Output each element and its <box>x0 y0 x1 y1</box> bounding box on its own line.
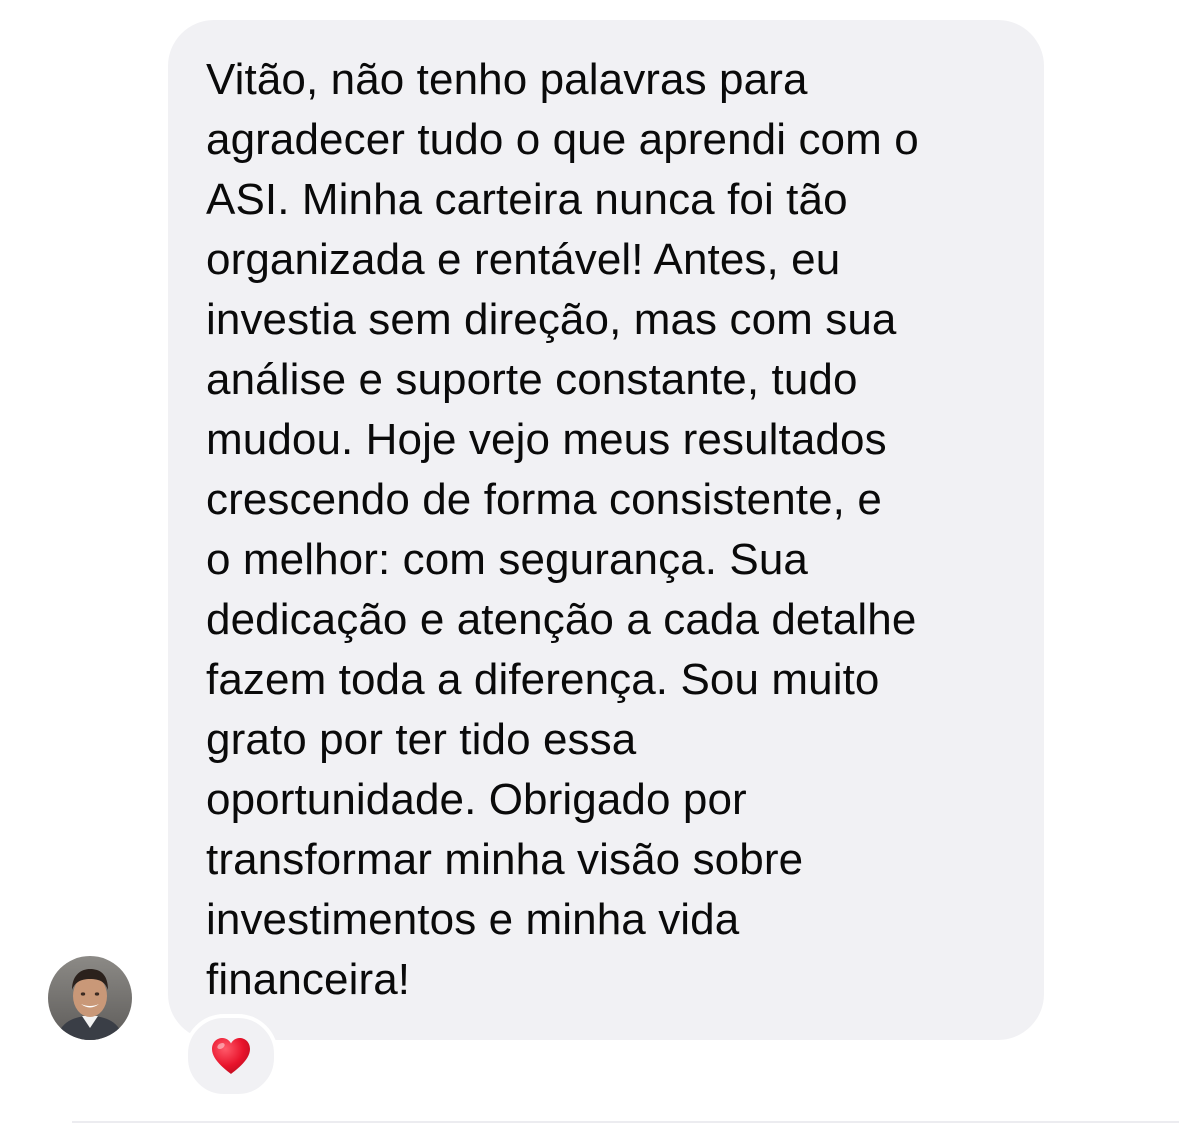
message-line: Vitão, não tenho palavras para <box>206 55 808 104</box>
person-avatar-icon <box>48 956 132 1040</box>
message-text: Vitão, não tenho palavras para agradecer… <box>206 50 1026 1010</box>
message-line: crescendo de forma consistente, e <box>206 475 882 524</box>
message-line: grato por ter tido essa <box>206 715 637 764</box>
message-line: investia sem direção, mas com sua <box>206 295 897 344</box>
bottom-divider <box>72 1121 1179 1123</box>
message-line: financeira! <box>206 955 411 1004</box>
message-line: o melhor: com segurança. Sua <box>206 535 808 584</box>
sender-avatar[interactable] <box>48 956 132 1040</box>
message-line: análise e suporte constante, tudo <box>206 355 858 404</box>
message-line: investimentos e minha vida <box>206 895 740 944</box>
message-line: ASI. Minha carteira nunca foi tão <box>206 175 848 224</box>
message-line: fazem toda a diferença. Sou muito <box>206 655 880 704</box>
red-heart-icon <box>209 1036 253 1076</box>
message-line: dedicação e atenção a cada detalhe <box>206 595 917 644</box>
message-line: agradecer tudo o que aprendi com o <box>206 115 919 164</box>
message-line: mudou. Hoje vejo meus resultados <box>206 415 887 464</box>
message-line: organizada e rentável! Antes, eu <box>206 235 841 284</box>
message-bubble[interactable]: Vitão, não tenho palavras para agradecer… <box>168 20 1044 1040</box>
message-line: oportunidade. Obrigado por <box>206 775 747 824</box>
message-line: transformar minha visão sobre <box>206 835 804 884</box>
reaction-badge[interactable] <box>184 1014 278 1098</box>
